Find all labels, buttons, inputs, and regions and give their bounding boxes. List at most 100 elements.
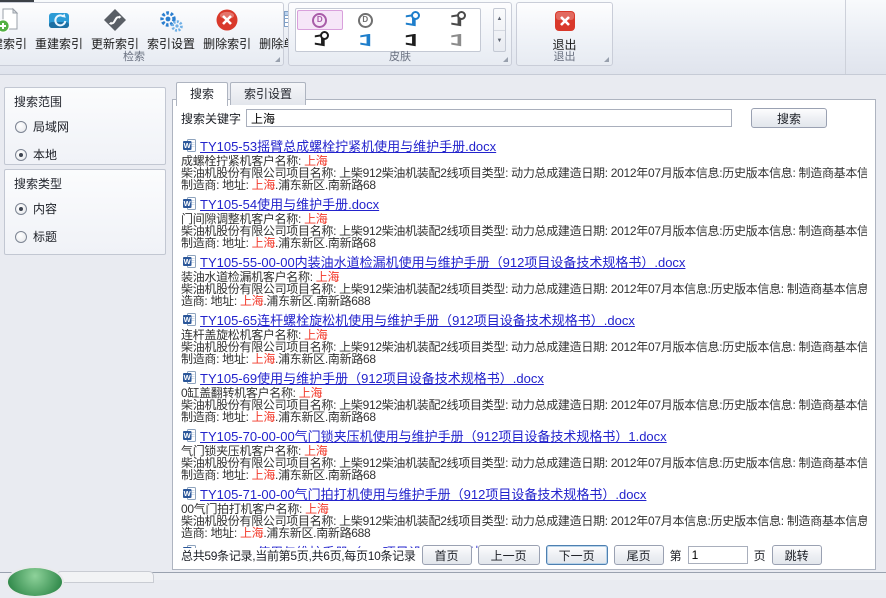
result-snippet-line: 制造商: 地址: 上海.浦东新区.南新路68 <box>181 179 867 191</box>
search-type-title: 搜索类型 <box>5 170 165 194</box>
result-snippet-line: 柴油机股份有限公司项目名称: 上柴912柴油机装配2线项目类型: 动力总成建造日… <box>181 225 867 237</box>
word-document-icon: W <box>183 197 196 210</box>
svg-text:W: W <box>184 431 192 440</box>
ribbon-right-divider <box>845 0 846 74</box>
radio-unchecked-icon <box>15 231 27 243</box>
search-type-group: 搜索类型 内容标题 <box>4 169 166 255</box>
result-snippet-line: 柴油机股份有限公司项目名称: 上柴912柴油机装配2线项目类型: 动力总成建造日… <box>181 283 867 295</box>
desktop-orb-fragment <box>6 566 64 598</box>
pagination-bar: 总共59条记录,当前第5页,共6页,每页10条记录 首页 上一页 下一页 尾页 … <box>181 544 867 566</box>
skin-office-black-clock[interactable] <box>297 30 343 50</box>
result-title-row: W TY105-71-00-00气门拍打机使用与维护手册（912项目设备技术规格书… <box>181 485 867 501</box>
radio-option[interactable]: 内容 <box>15 200 156 217</box>
word-document-icon: W <box>183 371 196 384</box>
search-scope-title: 搜索范围 <box>5 88 165 112</box>
word-document-icon: W <box>183 255 196 268</box>
result-link[interactable]: TY105-70-00-00气门锁夹压机使用与维护手册（912项目设备技术规格书… <box>200 426 667 445</box>
gallery-scroll-up-icon[interactable]: ▲ <box>494 9 505 30</box>
result-link[interactable]: TY105-65连杆螺栓旋松机使用与维护手册（912项目设备技术规格书）.doc… <box>200 310 635 329</box>
ribbon-group-exit: 退出 退出 <box>516 2 613 66</box>
dialog-launcher-icon[interactable] <box>503 57 508 62</box>
radio-option[interactable]: 标题 <box>15 228 156 245</box>
skin-office-blue-clock[interactable] <box>388 10 434 30</box>
index-settings-button[interactable]: 索引设置 <box>143 5 199 53</box>
skin-office-dark-clock[interactable] <box>434 10 480 30</box>
svg-text:W: W <box>184 373 192 382</box>
search-keyword-label: 搜索关键字 <box>181 110 241 127</box>
svg-text:W: W <box>184 257 192 266</box>
radio-unchecked-icon <box>15 121 27 133</box>
result-item: W TY105-54使用与维护手册.docx门间隙调整机客户名称: 上海柴油机股份… <box>181 195 867 249</box>
result-snippet-line: 连杆盖旋松机客户名称: 上海 <box>181 329 867 341</box>
tab-search[interactable]: 搜索 <box>176 82 228 106</box>
result-link[interactable]: TY105-69使用与维护手册（912项目设备技术规格书）.docx <box>200 368 544 387</box>
rebuild-index-button[interactable]: 重建索引 <box>31 5 87 53</box>
skin-office-black[interactable] <box>388 30 434 50</box>
skin-office-gray-icon <box>449 33 464 48</box>
result-item: WTY105-65连杆螺栓旋松机使用与维护手册（912项目设备技术规格书）.do… <box>181 311 867 365</box>
result-link[interactable]: TY105-54使用与维护手册.docx <box>200 194 379 213</box>
result-link[interactable]: TY105-53摇臂总成螺栓拧紧机使用与维护手册.docx <box>200 136 496 155</box>
dialog-launcher-icon[interactable] <box>604 57 609 62</box>
first-page-button[interactable]: 首页 <box>422 545 472 565</box>
page-prefix-label: 第 <box>670 547 682 564</box>
ribbon-group-skin: DD ▲ ▼ 皮肤 <box>288 2 512 66</box>
tab-index-settings[interactable]: 索引设置 <box>230 82 306 105</box>
radio-option-label: 内容 <box>33 200 57 217</box>
page-number-input[interactable] <box>688 546 748 564</box>
search-button[interactable]: 搜索 <box>751 108 827 128</box>
skin-office-gray[interactable] <box>434 30 480 50</box>
dialog-launcher-icon[interactable] <box>275 57 280 62</box>
last-page-button[interactable]: 尾页 <box>614 545 664 565</box>
skin-gallery: DD <box>295 8 481 52</box>
word-document-icon: W <box>183 487 196 500</box>
result-snippet-line: 制造商: 地址: 上海.浦东新区.南新路68 <box>181 237 867 249</box>
result-item: W TY105-55-00-00内装油水道检漏机使用与维护手册（912项目设备技术… <box>181 253 867 307</box>
result-item: W TY105-69使用与维护手册（912项目设备技术规格书）.docx0缸盖翻转… <box>181 369 867 423</box>
result-link[interactable]: TY105-71-00-00气门拍打机使用与维护手册（912项目设备技术规格书）… <box>200 484 646 503</box>
result-title-row: W TY105-55-00-00内装油水道检漏机使用与维护手册（912项目设备技术… <box>181 253 867 269</box>
gallery-scroll-down-icon[interactable]: ▼ <box>494 30 505 52</box>
svg-text:W: W <box>184 489 192 498</box>
radio-option-label: 局域网 <box>33 118 69 135</box>
update-index-button[interactable]: 更新索引 <box>87 5 143 53</box>
skin-gallery-scroll: ▲ ▼ <box>493 8 506 52</box>
result-snippet-line: 装油水道检漏机客户名称: 上海 <box>181 271 867 283</box>
create-index-button[interactable]: 建索引 <box>0 5 31 53</box>
radio-option[interactable]: 本地 <box>15 146 156 163</box>
search-bar: 搜索关键字 搜索 <box>181 108 867 128</box>
exit-button[interactable]: 退出 <box>517 7 612 53</box>
result-item: W TY105-53摇臂总成螺栓拧紧机使用与维护手册.docx成螺栓拧紧机客户名称… <box>181 137 867 191</box>
result-item: W TY105-71-00-00气门拍打机使用与维护手册（912项目设备技术规格书… <box>181 485 867 539</box>
result-snippet-line: 柴油机股份有限公司项目名称: 上柴912柴油机装配2线项目类型: 动力总成建造日… <box>181 515 867 527</box>
search-keyword-input[interactable] <box>246 109 732 127</box>
index-settings-icon <box>157 6 185 34</box>
goto-page-button[interactable]: 跳转 <box>772 545 822 565</box>
update-index-icon <box>101 6 129 34</box>
result-snippet-line: 成螺栓拧紧机客户名称: 上海 <box>181 155 867 167</box>
skin-circle-gray[interactable]: D <box>343 10 389 30</box>
create-index-label: 建索引 <box>0 35 27 52</box>
result-snippet-line: 门间隙调整机客户名称: 上海 <box>181 213 867 225</box>
result-link[interactable]: TY105-55-00-00内装油水道检漏机使用与维护手册（912项目设备技术规… <box>200 252 685 271</box>
taskbar-fragment <box>56 571 154 583</box>
next-page-button[interactable]: 下一页 <box>546 545 608 565</box>
radio-option[interactable]: 局域网 <box>15 118 156 135</box>
delete-index-label: 删除索引 <box>203 35 251 52</box>
result-title-row: W TY105-53摇臂总成螺栓拧紧机使用与维护手册.docx <box>181 137 867 153</box>
skin-circle-purple[interactable]: D <box>297 10 343 30</box>
index-settings-label: 索引设置 <box>147 35 195 52</box>
radio-checked-icon <box>15 203 27 215</box>
result-snippet-line: 0缸盖翻转机客户名称: 上海 <box>181 387 867 399</box>
result-item: W TY105-70-00-00气门锁夹压机使用与维护手册（912项目设备技术规格… <box>181 427 867 481</box>
result-snippet-line: 造商: 地址: 上海.浦东新区.南新路688 <box>181 295 867 307</box>
result-snippet-line: 气门锁夹压机客户名称: 上海 <box>181 445 867 457</box>
word-document-icon: W <box>183 139 196 152</box>
delete-index-button[interactable]: 删除索引 <box>199 5 255 53</box>
radio-option-label: 标题 <box>33 228 57 245</box>
prev-page-button[interactable]: 上一页 <box>478 545 540 565</box>
skin-office-blue[interactable] <box>343 30 389 50</box>
skin-circle-purple-icon: D <box>312 13 327 28</box>
word-document-icon: W <box>183 429 196 442</box>
exit-icon <box>551 7 579 35</box>
